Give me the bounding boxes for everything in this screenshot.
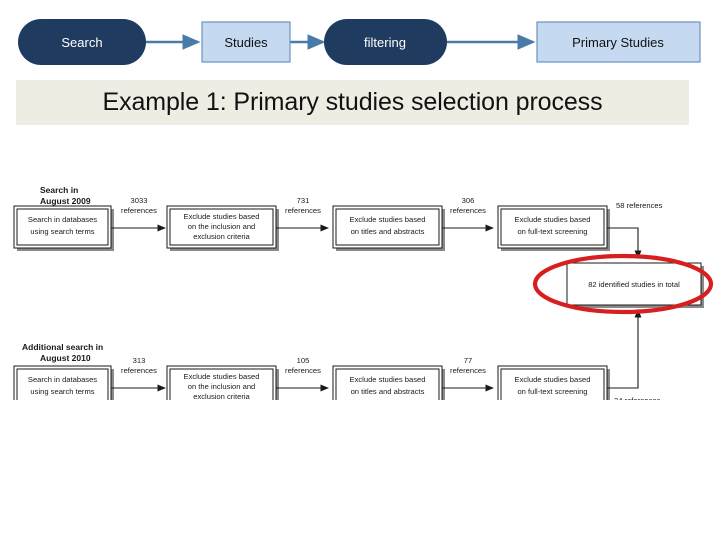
edge-label-count: 306 xyxy=(462,196,475,205)
box-text: Search in databases xyxy=(28,375,97,384)
flowchart-box-exclude-fulltext-2009: Exclude studies based on full-text scree… xyxy=(497,205,610,251)
box-text: using search terms xyxy=(30,387,94,396)
box-text: on full-text screening xyxy=(517,227,587,236)
edge-label-unit: references xyxy=(285,366,321,375)
row-2010-heading-line1: Additional search in xyxy=(22,342,103,352)
title-banner: Example 1: Primary studies selection pro… xyxy=(16,80,689,125)
box-text: Exclude studies based xyxy=(184,372,260,381)
flowchart-output-2009: 58 references xyxy=(607,201,663,260)
box-text: on the inclusion and xyxy=(188,382,256,391)
edge-label-unit: references xyxy=(450,206,486,215)
box-text: on the inclusion and xyxy=(188,222,256,231)
flowchart-box-exclude-titles-2009: Exclude studies based on titles and abst… xyxy=(332,205,445,251)
flowchart-row-2009: Search in August 2009 Search in database… xyxy=(13,185,663,260)
row-2009-heading-line2: August 2009 xyxy=(40,196,91,206)
flowchart-row-2010: Additional search in August 2010 Search … xyxy=(13,308,661,400)
edge-label-count: 731 xyxy=(297,196,310,205)
edge-label-count: 77 xyxy=(464,356,472,365)
flowchart-result: 82 identified studies in total xyxy=(532,253,714,315)
flowchart-edge-2010-3: 77 references xyxy=(442,356,495,392)
output-label-2009: 58 references xyxy=(616,201,663,210)
box-text: on titles and abstracts xyxy=(351,387,425,396)
flowchart-box-exclude-inclusion-2009: Exclude studies based on the inclusion a… xyxy=(166,205,279,251)
row-2010-heading-line2: August 2010 xyxy=(40,353,91,363)
process-node-studies-label: Studies xyxy=(224,35,268,50)
process-node-primary-studies-label: Primary Studies xyxy=(572,35,664,50)
process-strip: Search Studies filtering Primary Studies xyxy=(0,0,720,78)
flowchart-output-2010: 24 references xyxy=(607,308,661,400)
flowchart-edge-2009-2: 731 references xyxy=(276,196,330,232)
box-text: Exclude studies based xyxy=(515,375,591,384)
edge-label-unit: references xyxy=(121,206,157,215)
flowchart-figure: Search in August 2009 Search in database… xyxy=(0,160,720,400)
box-text: Search in databases xyxy=(28,215,97,224)
process-node-primary-studies[interactable]: Primary Studies xyxy=(536,21,701,63)
flowchart-box-exclude-inclusion-2010: Exclude studies based on the inclusion a… xyxy=(166,365,279,400)
box-text: Exclude studies based xyxy=(350,375,426,384)
box-text: Exclude studies based xyxy=(350,215,426,224)
process-node-filtering-label: filtering xyxy=(364,35,406,50)
flowchart-edge-2009-3: 306 references xyxy=(442,196,495,232)
row-2009-heading-line1: Search in xyxy=(40,185,78,195)
box-text: on full-text screening xyxy=(517,387,587,396)
flowchart-box-search-databases-2009: Search in databases using search terms xyxy=(13,205,114,251)
output-label-2010: 24 references xyxy=(614,396,661,400)
edge-label-count: 313 xyxy=(133,356,146,365)
process-node-search[interactable]: Search xyxy=(18,19,146,65)
edge-label-unit: references xyxy=(450,366,486,375)
flowchart-box-exclude-titles-2010: Exclude studies based on titles and abst… xyxy=(332,365,445,400)
box-text: exclusion criteria xyxy=(193,392,250,400)
box-text: exclusion criteria xyxy=(193,232,250,241)
edge-label-count: 105 xyxy=(297,356,310,365)
box-text: Exclude studies based xyxy=(184,212,260,221)
process-node-filtering[interactable]: filtering xyxy=(324,19,447,65)
flowchart-box-search-databases-2010: Search in databases using search terms xyxy=(13,365,114,400)
edge-label-unit: references xyxy=(285,206,321,215)
edge-label-count: 3033 xyxy=(131,196,148,205)
box-text: on titles and abstracts xyxy=(351,227,425,236)
page-title: Example 1: Primary studies selection pro… xyxy=(102,88,603,116)
flowchart-edge-2009-1: 3033 references xyxy=(111,196,167,232)
process-node-studies[interactable]: Studies xyxy=(201,21,291,63)
process-node-search-label: Search xyxy=(61,35,102,50)
flowchart-box-exclude-fulltext-2010: Exclude studies based on full-text scree… xyxy=(497,365,610,400)
box-text: using search terms xyxy=(30,227,94,236)
edge-label-unit: references xyxy=(121,366,157,375)
result-box-text: 82 identified studies in total xyxy=(588,280,680,289)
flowchart-edge-2010-1: 313 references xyxy=(111,356,167,392)
flowchart-edge-2010-2: 105 references xyxy=(276,356,330,392)
box-text: Exclude studies based xyxy=(515,215,591,224)
